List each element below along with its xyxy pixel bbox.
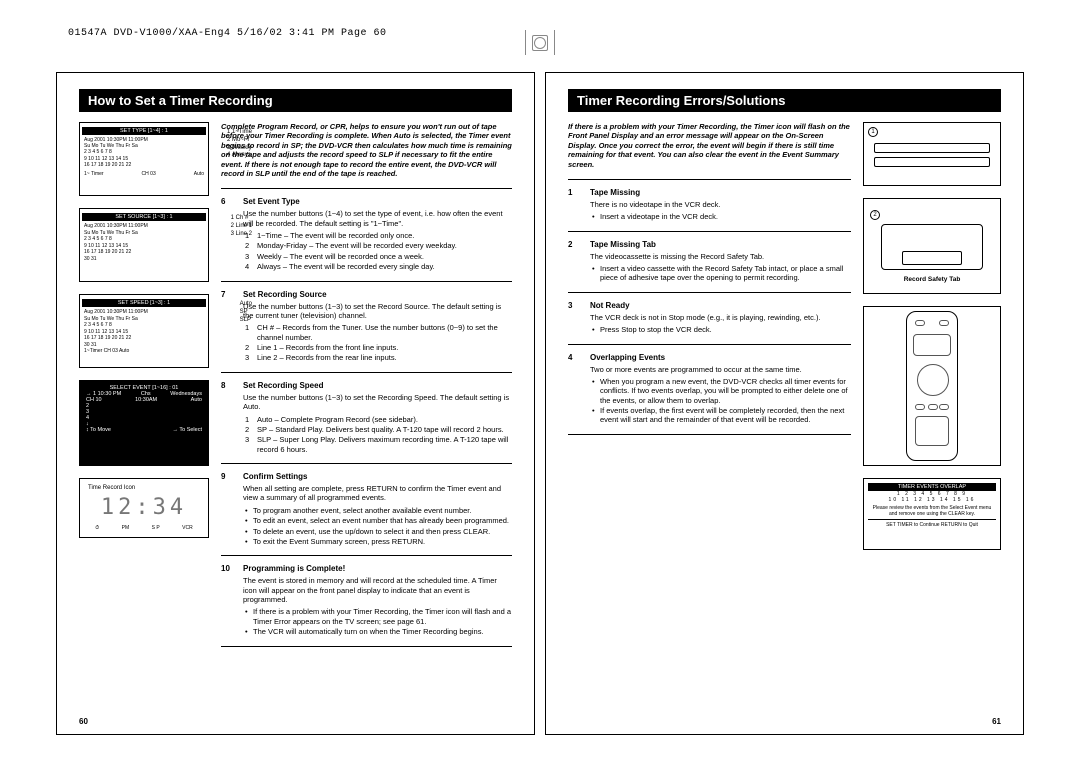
step-number: 7 xyxy=(221,290,235,364)
sub-item: 11~Time – The event will be recorded onl… xyxy=(245,231,512,240)
fig-timer-events-overlap: TIMER EVENTS OVERLAP 1 2 3 4 5 6 7 8 9 1… xyxy=(863,478,1001,550)
fig-vcr-deck: 1 xyxy=(863,122,1001,186)
step-description: The videocassette is missing the Record … xyxy=(590,252,851,261)
bullet-item: To edit an event, select an event number… xyxy=(245,516,512,525)
sub-item: 1Auto – Complete Program Record (see sid… xyxy=(245,415,512,424)
page-number-right: 61 xyxy=(992,717,1001,726)
sub-item: 3Line 2 – Records from the rear line inp… xyxy=(245,353,512,362)
step-number: 10 xyxy=(221,564,235,637)
bullet-item: To delete an event, use the up/down to s… xyxy=(245,527,512,536)
bullet-item: If events overlap, the first event will … xyxy=(592,406,851,425)
fig-set-type: SET TYPE [1~4] : 1 Aug 2001 10:30PM 11:0… xyxy=(79,122,209,196)
fig1-legend: 1 1~Time2 Mo~Fr3 Weekly4 Always xyxy=(227,129,252,160)
step-title: Set Recording Source xyxy=(243,290,512,300)
sub-item: 2SP – Standard Play. Delivers best quali… xyxy=(245,425,512,434)
step-6: 6Set Event TypeUse the number buttons (1… xyxy=(221,197,512,272)
fig-time-record-icon: Time Record Icon 12:34 ⏱PMS PVCR xyxy=(79,478,209,538)
step-number: 3 xyxy=(568,301,582,336)
sub-item: 3SLP – Super Long Play. Delivers maximum… xyxy=(245,435,512,454)
fig-set-speed: SET SPEED [1~3] : 1 Aug 2001 10:30PM 11:… xyxy=(79,294,209,368)
header-meta: 01547A DVD-V1000/XAA-Eng4 5/16/02 3:41 P… xyxy=(68,28,387,39)
step-title: Confirm Settings xyxy=(243,472,512,482)
bullet-item: The VCR will automatically turn on when … xyxy=(245,627,512,636)
fig-set-source: SET SOURCE [1~3] : 1 Aug 2001 10:30PM 11… xyxy=(79,208,209,282)
left-text-column: Complete Program Record, or CPR, helps t… xyxy=(221,122,512,655)
bullet-item: When you program a new event, the DVD-VC… xyxy=(592,377,851,405)
step-title: Overlapping Events xyxy=(590,353,851,363)
crop-marks xyxy=(525,30,555,55)
step-description: Two or more events are programmed to occ… xyxy=(590,365,851,374)
step-8: 8 Set Recording Speed Use the number butto… xyxy=(221,381,512,455)
fig-select-event: SELECT EVENT [1~16] : 01 → 1 10:30 PMChs… xyxy=(79,380,209,466)
page-number-left: 60 xyxy=(79,717,88,726)
left-intro: Complete Program Record, or CPR, helps t… xyxy=(221,122,512,178)
step-description: There is no videotape in the VCR deck. xyxy=(590,200,851,209)
sub-item: 4Always – The event will be recorded eve… xyxy=(245,262,512,271)
step-2: 2 Tape Missing Tab The videocassette is mi… xyxy=(568,240,851,284)
right-title-bar: Timer Recording Errors/Solutions xyxy=(568,89,1001,112)
step-number: 4 xyxy=(568,353,582,426)
step-description: Use the number buttons (1~3) to set the … xyxy=(243,302,512,321)
bullet-item: Press Stop to stop the VCR deck. xyxy=(592,325,851,334)
step-number: 8 xyxy=(221,381,235,455)
step-title: Set Recording Speed xyxy=(243,381,512,391)
step-title: Not Ready xyxy=(590,301,851,311)
right-intro: If there is a problem with your Timer Re… xyxy=(568,122,851,169)
step-4: 4 Overlapping Events Two or more events ar… xyxy=(568,353,851,426)
step-title: Tape Missing Tab xyxy=(590,240,851,250)
left-figures-column: SET TYPE [1~4] : 1 Aug 2001 10:30PM 11:0… xyxy=(79,122,209,655)
sub-item: 1CH # – Records from the Tuner. Use the … xyxy=(245,323,512,342)
left-title-bar: How to Set a Timer Recording xyxy=(79,89,512,112)
page-left: GB How to Set a Timer Recording SET TYPE… xyxy=(56,72,535,735)
step-title: Set Event Type xyxy=(243,197,512,207)
right-figures-column: 1 2 Record Safety Tab xyxy=(863,122,1001,550)
step-number: 2 xyxy=(568,240,582,284)
step-description: The VCR deck is not in Stop mode (e.g., … xyxy=(590,313,851,322)
page-spread: GB How to Set a Timer Recording SET TYPE… xyxy=(56,72,1024,735)
sub-item: 2Monday-Friday – The event will be recor… xyxy=(245,241,512,250)
step-description: Use the number buttons (1~4) to set the … xyxy=(243,209,512,228)
step-title: Programming is Complete! xyxy=(243,564,512,574)
bullet-item: Insert a videotape in the VCR deck. xyxy=(592,212,851,221)
step-number: 9 xyxy=(221,472,235,547)
sub-item: 2Line 1 – Records from the front line in… xyxy=(245,343,512,352)
step-10: 10 Programming is Complete! The event is s… xyxy=(221,564,512,637)
bullet-item: To program another event, select another… xyxy=(245,506,512,515)
bullet-item: To exit the Event Summary screen, press … xyxy=(245,537,512,546)
step-title: Tape Missing xyxy=(590,188,851,198)
bullet-item: Insert a video cassette with the Record … xyxy=(592,264,851,283)
step-1: 1 Tape Missing There is no videotape in th… xyxy=(568,188,851,223)
step-3: 3 Not Ready The VCR deck is not in Stop mo… xyxy=(568,301,851,336)
fig-record-safety-tab: 2 Record Safety Tab xyxy=(863,198,1001,294)
sub-item: 3Weekly – The event will be recorded onc… xyxy=(245,252,512,261)
step-description: Use the number buttons (1~3) to set the … xyxy=(243,393,512,412)
step-9: 9 Confirm Settings When all setting are co… xyxy=(221,472,512,547)
bullet-item: If there is a problem with your Timer Re… xyxy=(245,607,512,626)
page-right: GB Timer Recording Errors/Solutions If t… xyxy=(545,72,1024,735)
step-description: The event is stored in memory and will r… xyxy=(243,576,512,604)
step-number: 1 xyxy=(568,188,582,223)
right-text-column: If there is a problem with your Timer Re… xyxy=(568,122,851,550)
fig-remote-control xyxy=(863,306,1001,466)
step-description: When all setting are complete, press RET… xyxy=(243,484,512,503)
step-7: 7 Set Recording Source Use the number butt… xyxy=(221,290,512,364)
